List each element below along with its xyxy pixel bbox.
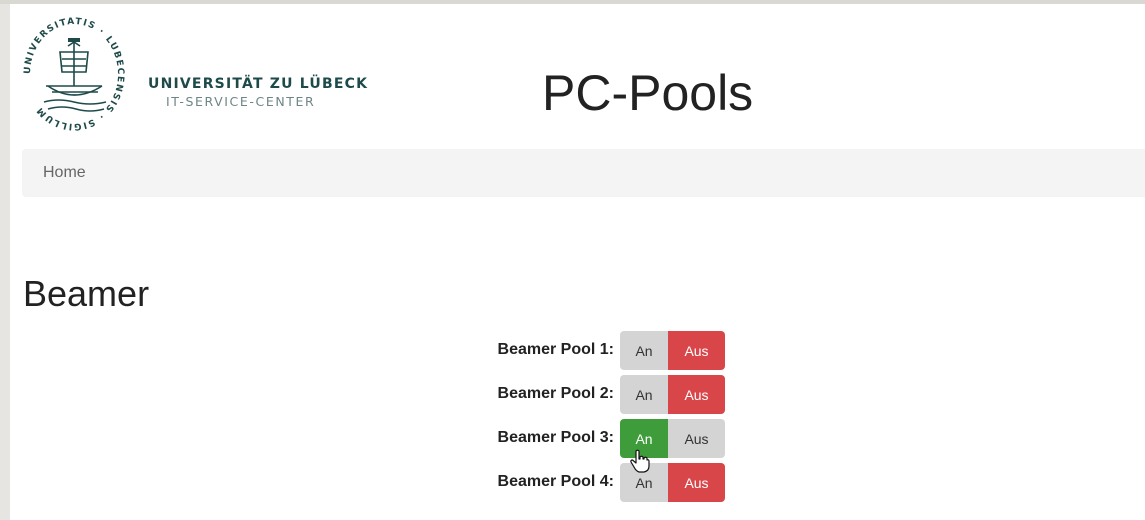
hand-pointer-icon [630,449,650,473]
beamer-row-pool-2: Beamer Pool 2: An Aus [440,373,740,417]
beamer-row-pool-1: Beamer Pool 1: An Aus [440,329,740,373]
page: UNIVERSITATIS · LUBECENSIS · SIGILLUM UN… [10,4,1145,520]
beamer-off-button[interactable]: Aus [668,419,725,458]
beamer-on-button[interactable]: An [620,375,668,414]
beamer-row-pool-3: Beamer Pool 3: An Aus [440,417,740,461]
department-name: IT-SERVICE-CENTER [166,94,316,109]
breadcrumb-home-link[interactable]: Home [43,164,86,182]
page-title: PC-Pools [542,65,754,121]
beamer-label: Beamer Pool 4: [497,473,614,490]
beamer-label: Beamer Pool 2: [497,385,614,402]
beamer-on-button[interactable]: An [620,331,668,370]
beamer-off-button[interactable]: Aus [668,463,725,502]
breadcrumb: Home [22,149,1145,197]
beamer-off-button[interactable]: Aus [668,331,725,370]
beamer-toggle-group: An Aus [620,331,725,370]
section-title: Beamer [23,273,150,314]
university-seal-icon: UNIVERSITATIS · LUBECENSIS · SIGILLUM [23,17,124,131]
beamer-toggle-group: An Aus [620,375,725,414]
beamer-off-button[interactable]: Aus [668,375,725,414]
university-name: UNIVERSITÄT ZU LÜBECK [148,76,369,92]
beamer-row-pool-4: Beamer Pool 4: An Aus [440,461,740,505]
beamer-label: Beamer Pool 1: [497,341,614,358]
beamer-list: Beamer Pool 1: An Aus Beamer Pool 2: An … [440,329,740,505]
beamer-label: Beamer Pool 3: [497,429,614,446]
